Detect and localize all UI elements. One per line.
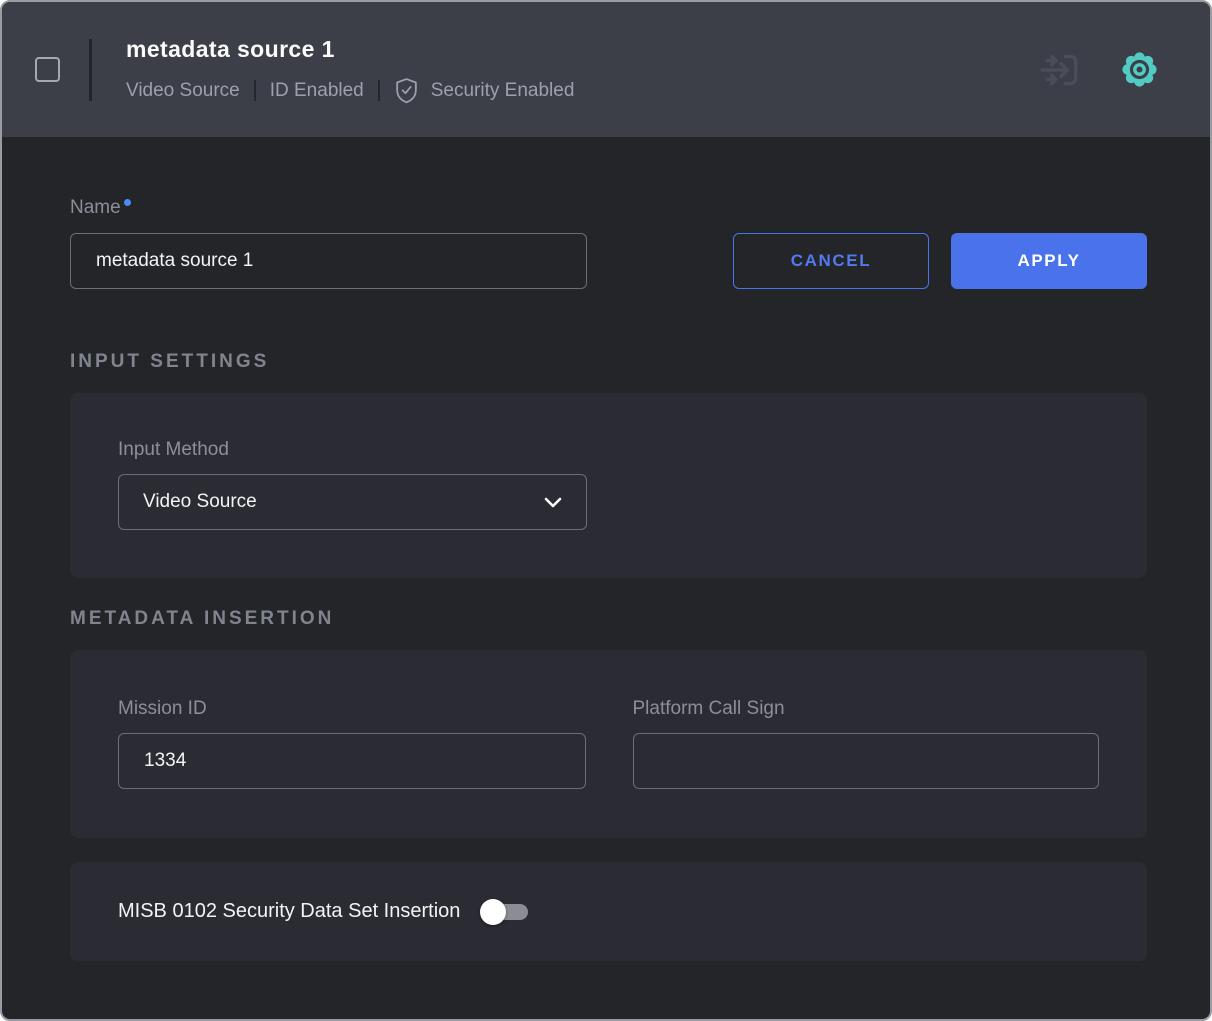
- required-indicator: [124, 199, 131, 206]
- name-label: Name: [70, 197, 121, 219]
- metadata-insertion-panel: Mission ID Platform Call Sign: [70, 650, 1147, 838]
- badge-separator: [254, 80, 256, 101]
- form-actions: CANCEL APPLY: [733, 233, 1147, 289]
- editor-body: Name CANCEL APPLY INPUT SETTINGS Input M…: [2, 197, 1210, 1021]
- name-label-row: Name: [70, 197, 1147, 219]
- platform-call-sign-input[interactable]: [633, 733, 1100, 789]
- header-divider: [89, 39, 92, 101]
- misb-toggle-label: MISB 0102 Security Data Set Insertion: [118, 900, 460, 923]
- header-text: metadata source 1 Video Source ID Enable…: [126, 35, 574, 104]
- apply-button[interactable]: APPLY: [951, 233, 1147, 289]
- select-checkbox[interactable]: [35, 57, 60, 82]
- mission-id-field-group: Mission ID: [118, 698, 586, 790]
- input-method-select[interactable]: Video Source: [118, 474, 587, 530]
- mission-id-input[interactable]: [118, 733, 586, 789]
- status-badges: Video Source ID Enabled Security Enabled: [126, 77, 574, 104]
- cancel-button[interactable]: CANCEL: [733, 233, 929, 289]
- badge-id-enabled: ID Enabled: [270, 80, 364, 102]
- input-settings-panel: Input Method Video Source: [70, 393, 1147, 578]
- shield-check-icon: [394, 77, 419, 104]
- header-actions: [1036, 46, 1163, 93]
- name-input[interactable]: [70, 233, 587, 289]
- page-title: metadata source 1: [126, 35, 574, 63]
- badge-security-enabled: Security Enabled: [431, 80, 575, 102]
- header-bar: metadata source 1 Video Source ID Enable…: [2, 2, 1210, 137]
- metadata-source-editor: metadata source 1 Video Source ID Enable…: [0, 0, 1212, 1021]
- platform-call-sign-field-group: Platform Call Sign: [633, 698, 1100, 790]
- bottom-spacer: [70, 961, 1147, 1021]
- name-form-row: CANCEL APPLY: [70, 233, 1147, 289]
- misb-toggle-panel: MISB 0102 Security Data Set Insertion: [70, 862, 1147, 961]
- mission-id-label: Mission ID: [118, 698, 586, 720]
- misb-toggle-knob: [480, 899, 506, 925]
- input-settings-heading: INPUT SETTINGS: [70, 351, 1147, 373]
- input-method-value: Video Source: [143, 491, 257, 513]
- metadata-insertion-heading: METADATA INSERTION: [70, 608, 1147, 630]
- import-icon[interactable]: [1036, 47, 1082, 93]
- platform-call-sign-label: Platform Call Sign: [633, 698, 1100, 720]
- gear-icon[interactable]: [1116, 46, 1163, 93]
- misb-toggle[interactable]: [482, 904, 528, 920]
- input-method-label: Input Method: [118, 439, 1099, 461]
- chevron-down-icon: [544, 497, 562, 508]
- badge-separator: [378, 80, 380, 101]
- badge-video-source: Video Source: [126, 80, 240, 102]
